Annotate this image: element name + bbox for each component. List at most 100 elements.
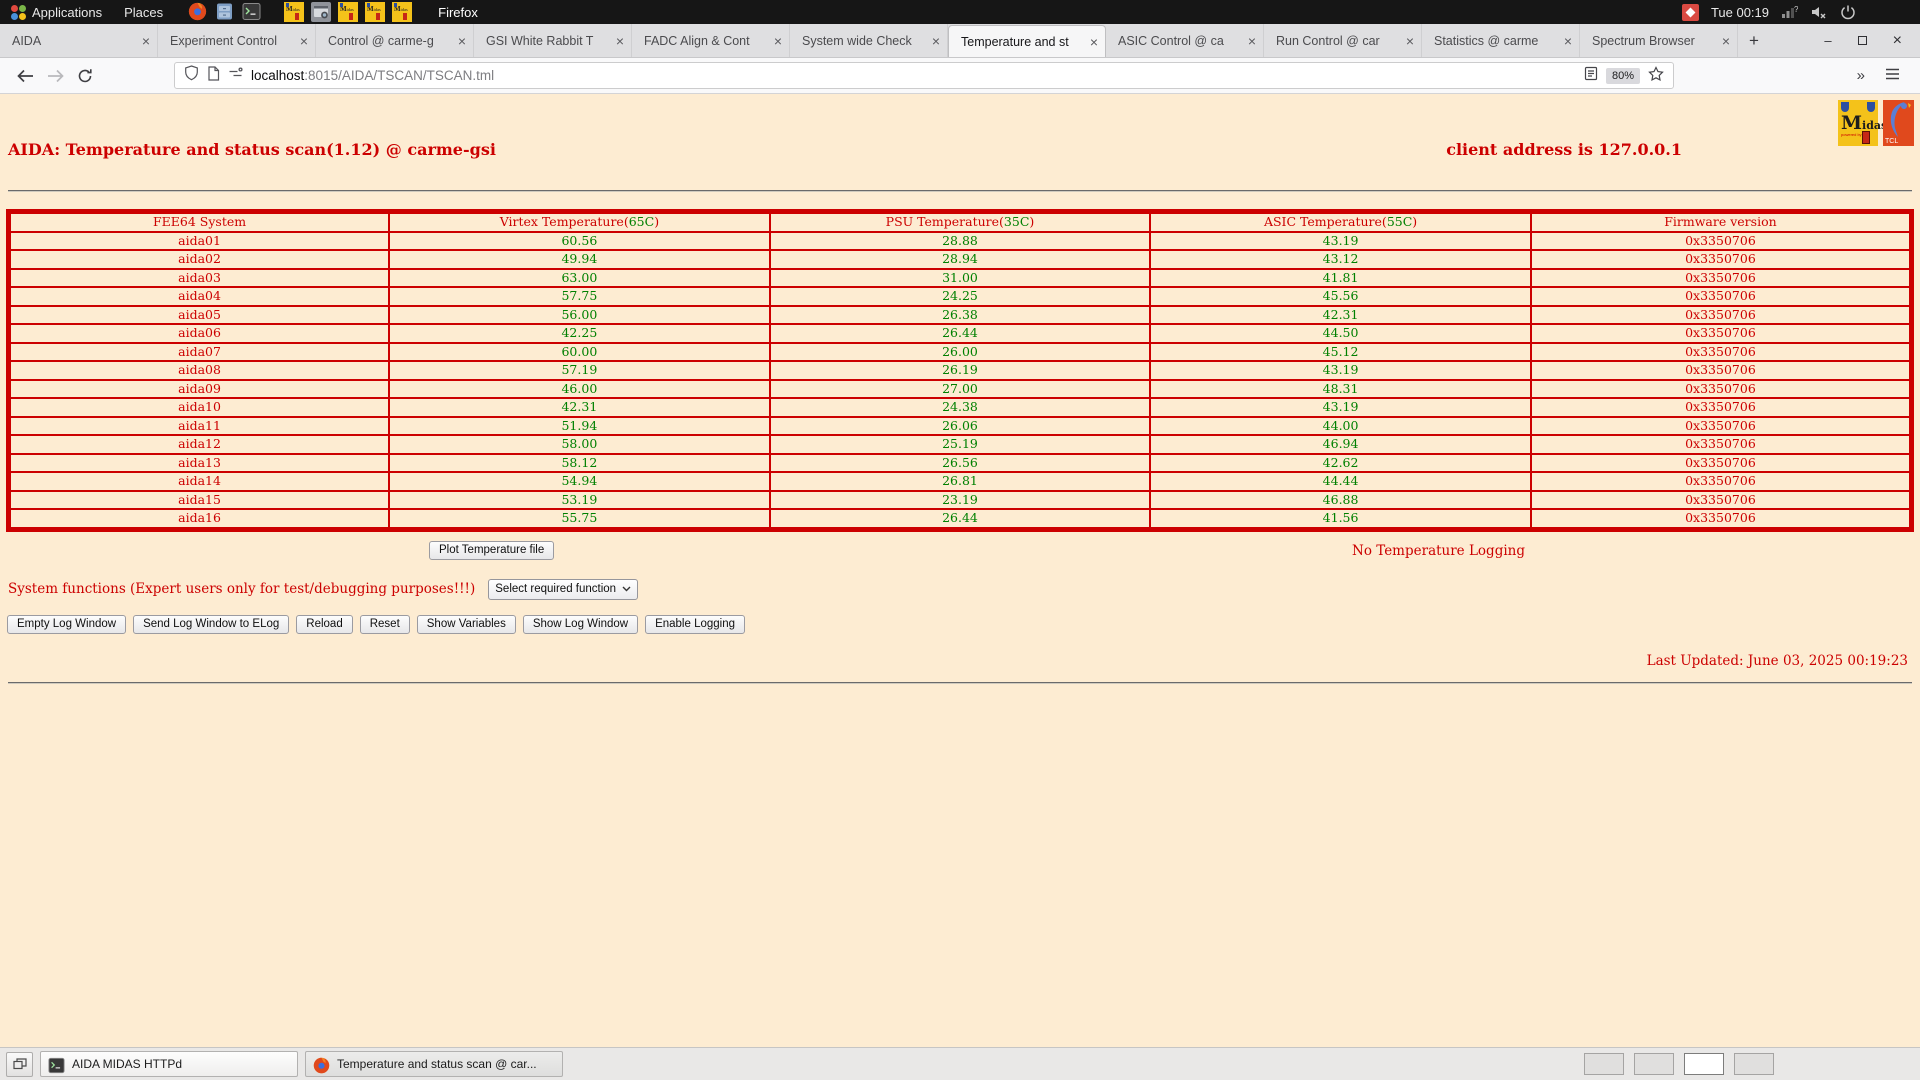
tab-close-icon[interactable]: × [458,34,466,48]
cell-psu: 25.19 [768,434,1152,455]
url-text[interactable]: localhost:8015/AIDA/TSCAN/TSCAN.tml [251,68,1576,83]
forward-button[interactable] [40,62,70,90]
table-row: aida11 51.94 26.06 44.00 0x3350706 [7,415,1913,436]
zoom-level-badge[interactable]: 80% [1605,67,1640,84]
browser-tab[interactable]: ASIC Control @ ca × [1106,24,1264,57]
notification-icon[interactable] [1681,3,1699,21]
tab-close-icon[interactable]: × [1406,34,1414,48]
column-header: PSU Temperature(35C) [768,210,1152,233]
firefox-icon[interactable] [188,2,208,22]
tab-title: Run Control @ car [1276,33,1380,48]
midas-icon[interactable]: Midas [338,2,359,22]
workspace-box[interactable] [1734,1053,1774,1075]
show-desktop-button[interactable] [6,1051,33,1077]
cell-firmware: 0x3350706 [1529,304,1913,325]
tab-close-icon[interactable]: × [1248,34,1256,48]
cell-psu: 27.00 [768,378,1152,399]
browser-tab[interactable]: System wide Check × [790,24,948,57]
svg-text:idas: idas [347,7,354,12]
midas-logo: Midas powered by [1838,100,1887,146]
table-row: aida13 58.12 26.56 42.62 0x3350706 [7,452,1913,473]
applications-menu[interactable]: Applications [0,0,113,24]
action-button[interactable]: Reload [296,614,353,634]
cell-asic: 43.12 [1149,249,1532,270]
overflow-chevrons-icon[interactable]: » [1857,67,1865,84]
action-button[interactable]: Show Variables [416,614,516,634]
action-button[interactable]: Enable Logging [645,614,746,634]
tab-close-icon[interactable]: × [774,34,782,48]
browser-tab[interactable]: Spectrum Browser × [1580,24,1738,57]
cell-firmware: 0x3350706 [1529,286,1913,307]
places-label: Places [124,4,164,20]
taskbar-task[interactable]: Temperature and status scan @ car... [305,1051,563,1077]
applications-icon [11,4,26,20]
cell-fee64: aida16 [7,508,391,530]
workspace-box[interactable] [1584,1053,1624,1075]
tab-close-icon[interactable]: × [1722,34,1730,48]
pinned-area: Midas Midas Midas Midas [284,2,413,22]
tab-close-icon[interactable]: × [300,34,308,48]
tab-title: Control @ carme-g [328,33,434,48]
midas-icon[interactable]: Midas [284,2,305,22]
cell-virtex: 60.00 [388,341,771,362]
midas-icon[interactable]: Midas [392,2,413,22]
power-icon[interactable] [1840,4,1856,20]
action-button[interactable]: Show Log Window [522,614,639,634]
screenshot-icon[interactable] [311,2,332,22]
task-title: AIDA MIDAS HTTPd [72,1057,183,1071]
cell-psu: 26.38 [768,304,1152,325]
network-icon[interactable]: ? [1781,4,1798,20]
tab-close-icon[interactable]: × [616,34,624,48]
permissions-icon[interactable] [228,66,243,85]
clock[interactable]: Tue 00:19 [1711,5,1769,20]
plot-temperature-button[interactable]: Plot Temperature file [429,540,555,560]
table-body: aida01 60.56 28.88 43.19 0x3350706 aida02 49.9… [7,230,1913,530]
browser-tab[interactable]: Run Control @ car × [1264,24,1422,57]
function-select[interactable]: Select required function [488,578,639,600]
browser-tab[interactable]: Experiment Control × [158,24,316,57]
column-header: ASIC Temperature(55C) [1149,210,1532,233]
action-button[interactable]: Send Log Window to ELog [133,614,290,634]
reload-button[interactable] [70,62,100,90]
browser-tab[interactable]: FADC Align & Cont × [632,24,790,57]
shield-icon[interactable] [184,65,199,86]
taskbar-task[interactable]: AIDA MIDAS HTTPd [40,1051,298,1077]
divider-top [8,190,1912,192]
tab-close-icon[interactable]: × [1090,35,1098,49]
tab-close-icon[interactable]: × [1564,34,1572,48]
browser-tab[interactable]: Statistics @ carme × [1422,24,1580,57]
svg-text:idas: idas [401,7,408,12]
places-menu[interactable]: Places [113,0,174,24]
cell-fee64: aida01 [7,230,391,251]
tab-close-icon[interactable]: × [932,34,940,48]
browser-tab[interactable]: GSI White Rabbit T × [474,24,632,57]
close-window-button[interactable]: × [1893,32,1902,49]
workspace-box[interactable] [1684,1053,1724,1075]
minimize-button[interactable]: – [1824,34,1831,47]
files-icon[interactable] [215,2,235,22]
tab-title: Experiment Control [170,33,277,48]
action-button[interactable]: Empty Log Window [7,614,127,634]
maximize-button[interactable] [1857,36,1867,45]
page-info-icon[interactable] [207,65,220,86]
bookmark-star-icon[interactable] [1648,65,1664,86]
tab-title: FADC Align & Cont [644,33,750,48]
url-bar[interactable]: localhost:8015/AIDA/TSCAN/TSCAN.tml 80% [174,62,1674,89]
cell-virtex: 60.56 [388,230,771,251]
new-tab-button[interactable]: + [1738,24,1770,57]
workspace-box[interactable] [1634,1053,1674,1075]
midas-icon[interactable]: Midas [365,2,386,22]
action-button[interactable]: Reset [359,614,410,634]
browser-tab[interactable]: Temperature and st × [948,25,1106,57]
browser-tab[interactable]: Control @ carme-g × [316,24,474,57]
terminal-icon[interactable] [242,2,262,22]
tab-close-icon[interactable]: × [142,34,150,48]
hamburger-menu-icon[interactable] [1885,67,1900,85]
cell-firmware: 0x3350706 [1529,415,1913,436]
browser-tab[interactable]: AIDA × [0,24,158,57]
reader-view-icon[interactable] [1584,66,1598,86]
volume-muted-icon[interactable] [1810,4,1828,20]
table-row: aida06 42.25 26.44 44.50 0x3350706 [7,323,1913,344]
back-button[interactable] [10,62,40,90]
tab-title: ASIC Control @ ca [1118,33,1224,48]
